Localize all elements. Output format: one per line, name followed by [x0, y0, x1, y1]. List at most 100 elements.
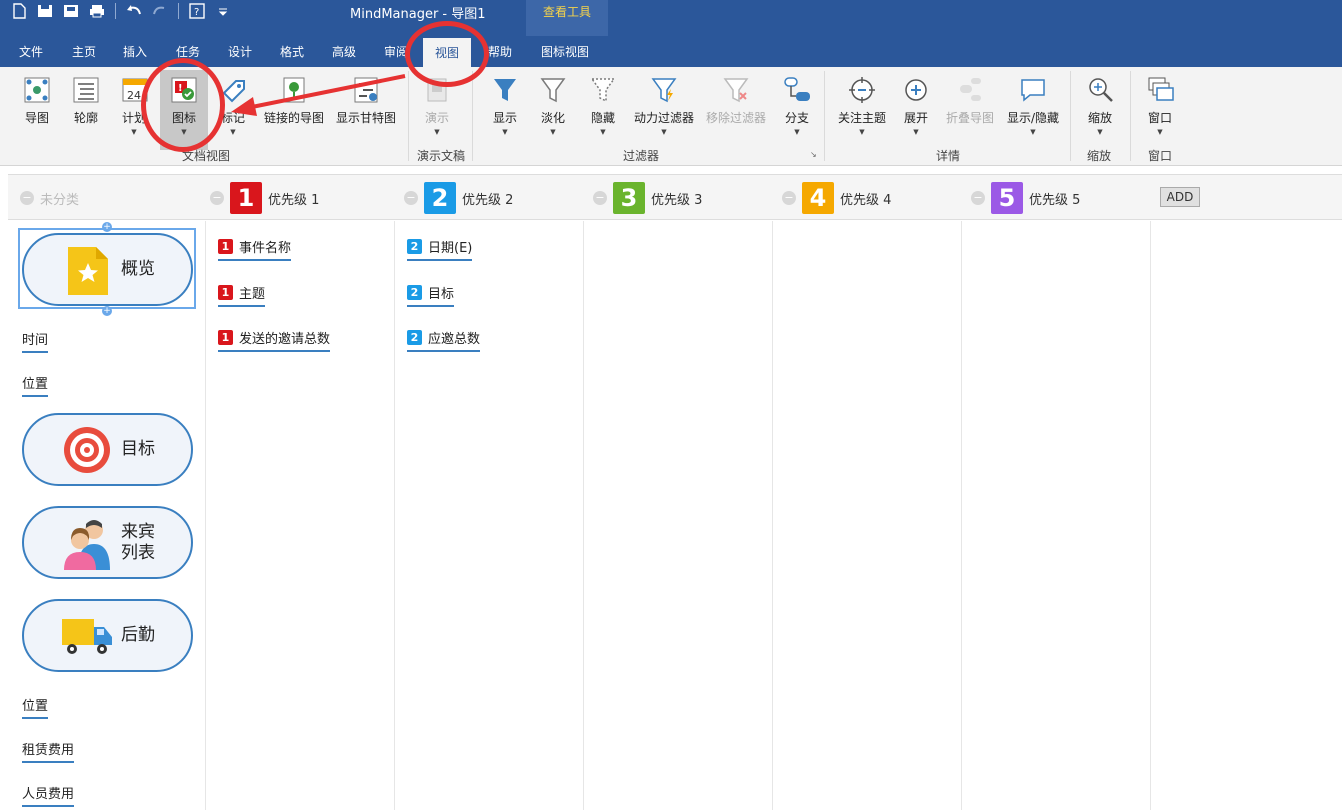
power-filter-button[interactable]: 动力过滤器 ▼ — [632, 75, 696, 136]
group-separator — [824, 71, 825, 161]
topic-staff-cost[interactable]: 人员费用 — [22, 783, 75, 807]
annotation-circle-view-tab — [405, 21, 489, 87]
topic-overview-label: 概览 — [121, 259, 155, 279]
collapse-icon[interactable]: − — [782, 191, 796, 205]
topic-guest-list[interactable]: 来宾 列表 — [22, 506, 193, 579]
branch-filter-button[interactable]: 分支 ▼ — [782, 75, 812, 136]
priority-3-icon: 3 — [613, 182, 645, 214]
funnel-outline-icon — [540, 78, 566, 103]
save-icon[interactable] — [60, 1, 82, 21]
dropdown-arrow-icon: ▼ — [661, 128, 667, 136]
topic-objective[interactable]: 2 目标 — [407, 283, 455, 307]
priority-2-icon: 2 — [407, 239, 422, 254]
topic-goal-label: 目标 — [121, 439, 155, 459]
priority-2-icon: 2 — [407, 285, 422, 300]
collapse-icon[interactable]: − — [593, 191, 607, 205]
collapse-icon[interactable]: − — [210, 191, 224, 205]
topic-theme[interactable]: 1 主题 — [218, 283, 266, 307]
window-icon — [1148, 77, 1174, 101]
tab-advanced[interactable]: 高级 — [332, 43, 356, 63]
branch-filter-label: 分支 — [784, 111, 809, 125]
new-document-icon[interactable] — [8, 1, 30, 21]
show-hide-button[interactable]: 显示/隐藏 ▼ — [1004, 75, 1062, 136]
window-button[interactable]: 窗口 ▼ — [1146, 75, 1174, 136]
topic-label: 日期(E) — [428, 241, 473, 256]
detail-group-label: 详情 — [936, 149, 961, 163]
priority-5-header[interactable]: − 5 优先级 5 — [971, 181, 1080, 215]
collapse-map-button[interactable]: 折叠导图 — [944, 75, 996, 126]
dropdown-arrow-icon: ▼ — [794, 128, 800, 136]
topic-location-2[interactable]: 位置 — [22, 695, 49, 719]
topic-date[interactable]: 2 日期(E) — [407, 237, 473, 261]
priority-4-label: 优先级 4 — [840, 192, 892, 208]
window-label: 窗口 — [1147, 111, 1172, 125]
priority-1-icon: 1 — [218, 285, 233, 300]
show-filter-button[interactable]: 显示 ▼ — [490, 75, 520, 136]
undo-icon[interactable] — [123, 1, 145, 21]
open-icon[interactable] — [34, 1, 56, 21]
priority-1-header[interactable]: − 1 优先级 1 — [210, 181, 319, 215]
dropdown-arrow-icon: ▼ — [1097, 128, 1103, 136]
customize-toolbar-icon[interactable] — [212, 1, 234, 21]
topic-goal[interactable]: 目标 — [22, 413, 193, 486]
collapse-icon[interactable]: − — [404, 191, 418, 205]
priority-4-header[interactable]: − 4 优先级 4 — [782, 181, 891, 215]
redo-icon[interactable] — [149, 1, 171, 21]
collapse-icon[interactable]: − — [20, 191, 34, 205]
dropdown-arrow-icon: ▼ — [1157, 128, 1163, 136]
uncategorized-header[interactable]: − 未分类 — [20, 181, 79, 215]
topic-logistics[interactable]: 后勤 — [22, 599, 193, 672]
topic-rental-cost[interactable]: 租赁费用 — [22, 739, 75, 763]
app-title: MindManager - 导图1 — [350, 7, 486, 22]
add-topic-handle-icon[interactable]: + — [102, 222, 112, 232]
toolbar-separator — [178, 3, 179, 19]
outline-view-icon — [73, 77, 99, 103]
focus-topic-button[interactable]: 关注主题 ▼ — [836, 75, 888, 136]
tab-help[interactable]: 帮助 — [488, 43, 512, 63]
dialog-launcher-icon[interactable]: ↘ — [810, 150, 817, 159]
topic-total-invites-sent[interactable]: 1 发送的邀请总数 — [218, 328, 331, 352]
tab-file[interactable]: 文件 — [19, 43, 43, 63]
add-column-button[interactable]: ADD — [1160, 187, 1200, 207]
tab-home[interactable]: 主页 — [72, 43, 96, 63]
dropdown-arrow-icon: ▼ — [859, 128, 865, 136]
topic-overview[interactable]: 概览 — [22, 233, 193, 306]
column-divider — [772, 221, 773, 810]
topic-event-name[interactable]: 1 事件名称 — [218, 237, 292, 261]
presentation-group-label: 演示文稿 — [417, 149, 466, 163]
target-icon — [64, 427, 110, 473]
priority-2-header[interactable]: − 2 优先级 2 — [404, 181, 513, 215]
tab-insert[interactable]: 插入 — [123, 43, 147, 63]
tab-design[interactable]: 设计 — [228, 43, 252, 63]
tab-icon-view[interactable]: 图标视图 — [541, 43, 589, 63]
collapse-icon[interactable]: − — [971, 191, 985, 205]
dropdown-arrow-icon: ▼ — [913, 128, 919, 136]
power-filter-icon — [651, 78, 677, 103]
map-view-button[interactable]: 导图 — [22, 75, 52, 126]
remove-filter-button[interactable]: 移除过滤器 — [704, 75, 768, 126]
hide-filter-button[interactable]: 隐藏 ▼ — [588, 75, 618, 136]
zoom-button[interactable]: 缩放 ▼ — [1086, 75, 1114, 136]
help-icon[interactable]: ? — [186, 1, 208, 21]
power-filter-label: 动力过滤器 — [633, 111, 694, 125]
print-icon[interactable] — [86, 1, 108, 21]
add-topic-handle-icon[interactable]: + — [102, 306, 112, 316]
topic-total-invitees[interactable]: 2 应邀总数 — [407, 328, 481, 352]
branch-icon — [784, 77, 810, 101]
fade-filter-button[interactable]: 淡化 ▼ — [538, 75, 568, 136]
priority-1-icon: 1 — [230, 182, 262, 214]
outline-view-button[interactable]: 轮廓 — [71, 75, 101, 126]
tab-format[interactable]: 格式 — [280, 43, 304, 63]
remove-filter-icon — [723, 78, 749, 103]
priority-4-icon: 4 — [802, 182, 834, 214]
priority-1-icon: 1 — [218, 330, 233, 345]
priority-1-icon: 1 — [218, 239, 233, 254]
dropdown-arrow-icon: ▼ — [1030, 128, 1036, 136]
star-document-icon — [68, 247, 108, 295]
topic-time[interactable]: 时间 — [22, 329, 49, 353]
topic-location[interactable]: 位置 — [22, 373, 49, 397]
quick-access-toolbar: ? — [8, 0, 234, 22]
priority-3-header[interactable]: − 3 优先级 3 — [593, 181, 702, 215]
column-divider — [961, 221, 962, 810]
expand-button[interactable]: 展开 ▼ — [901, 75, 931, 136]
